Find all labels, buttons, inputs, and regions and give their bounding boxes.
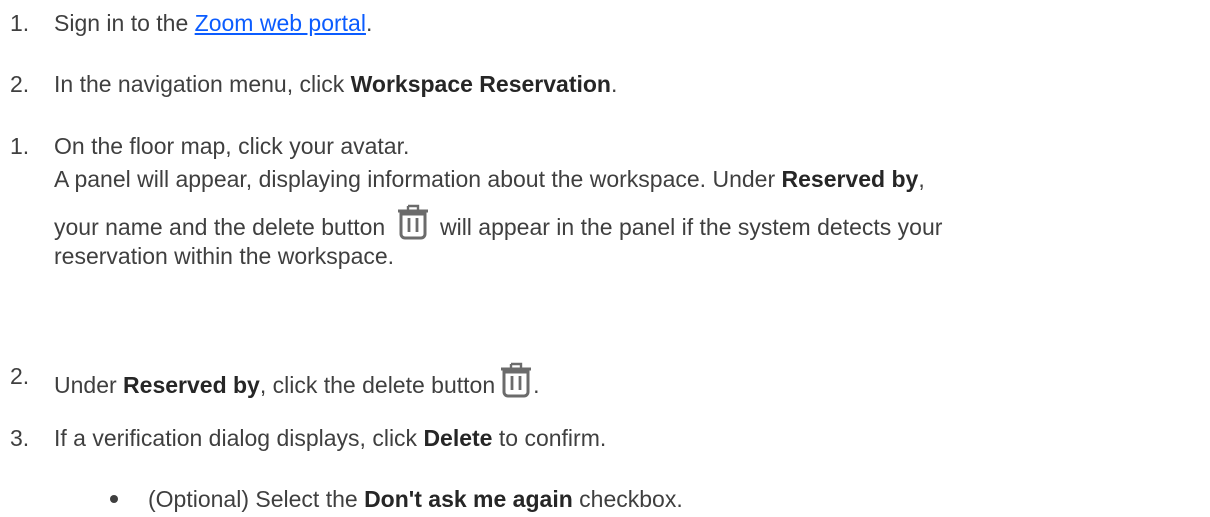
- step-verification: 3. If a verification dialog displays, cli…: [10, 425, 607, 451]
- workspace-reservation-label: Workspace Reservation: [350, 71, 611, 97]
- delete-label: Delete: [423, 425, 493, 451]
- step-navigation: 2. In the navigation menu, click Workspac…: [10, 71, 618, 97]
- step-number: 3.: [10, 425, 30, 451]
- step-click-avatar: 1. On the floor map, click your avatar.: [10, 131, 409, 161]
- reserved-by-label: Reserved by: [781, 166, 919, 192]
- step-number: 1.: [10, 133, 30, 159]
- step-sign-in: 1. Sign in to the Zoom web portal.: [10, 10, 373, 36]
- trash-icon: [396, 203, 430, 241]
- help-article: 1. Sign in to the Zoom web portal. 2. In t…: [0, 0, 1210, 517]
- reserved-by-label: Reserved by: [123, 372, 260, 398]
- zoom-web-portal-link[interactable]: Zoom web portal: [195, 10, 366, 36]
- step-text: Sign in to the: [54, 10, 195, 36]
- reservation-line: reservation within the workspace.: [54, 243, 395, 269]
- step-delete-button: 2. Under Reserved by, click the delete bu…: [10, 361, 540, 399]
- trash-icon: [499, 361, 533, 399]
- bullet-icon: [110, 494, 118, 503]
- step-text: On the floor map, click your avatar.: [54, 133, 410, 159]
- step-number: 2.: [10, 71, 30, 97]
- step-number: 2.: [10, 363, 30, 389]
- step-number: 1.: [10, 10, 30, 36]
- delete-button-description-line: your name and the delete button will app…: [54, 203, 942, 242]
- panel-description-line: A panel will appear, displaying informat…: [54, 166, 925, 192]
- step-text: In the navigation menu, click: [54, 71, 351, 97]
- optional-bullet: (Optional) Select the Don't ask me again…: [110, 484, 683, 514]
- dont-ask-again-label: Don't ask me again: [364, 486, 573, 512]
